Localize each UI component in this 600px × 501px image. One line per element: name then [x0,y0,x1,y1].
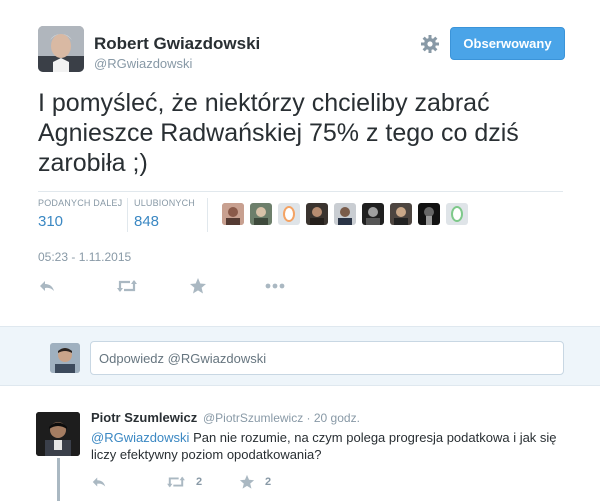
author-fullname[interactable]: Robert Gwiazdowski [94,34,260,54]
favorites-label: ULUBIONYCH [134,198,196,208]
divider [38,191,563,192]
avatar[interactable] [222,203,244,225]
favorites-stat[interactable]: ULUBIONYCH 848 [134,198,195,230]
avatar[interactable] [446,203,468,225]
reply-box: Odpowiedz @RGwiazdowski [0,326,600,386]
retweets-stat[interactable]: PODANYCH DALEJ 310 [38,198,122,230]
tweet-header: Robert Gwiazdowski @RGwiazdowski Obserwo… [38,26,568,76]
favorite-icon[interactable] [189,277,207,297]
avatar[interactable] [306,203,328,225]
mention-link[interactable]: @RGwiazdowski [91,430,189,445]
divider [207,198,208,232]
favorite-count: 2 [265,476,272,488]
favorite-icon[interactable] [239,474,255,494]
author-username[interactable]: @RGwiazdowski [94,56,192,71]
avatar[interactable] [334,203,356,225]
conversation-line [57,458,60,501]
author-avatar[interactable] [38,26,84,72]
reply-actions: 2 2 [91,474,311,492]
reply-author-handle[interactable]: @PiotrSzumlewicz · 20 godz. [203,411,360,425]
avatar [50,343,80,373]
retweets-label: PODANYCH DALEJ [38,198,123,208]
retweet-icon[interactable] [116,277,138,297]
reply-tweet: Piotr Szumlewicz @PiotrSzumlewicz · 20 g… [0,398,600,501]
following-button[interactable]: Obserwowany [450,27,565,60]
avatar[interactable] [418,203,440,225]
divider [127,198,128,232]
reply-icon[interactable] [38,277,56,297]
tweet-text: I pomyśleć, że niektórzy chcieliby zabra… [38,89,519,177]
avatar[interactable] [390,203,412,225]
more-icon[interactable] [264,277,286,297]
retweets-count[interactable]: 310 [38,213,122,230]
gear-icon[interactable] [420,34,440,54]
reply-input[interactable]: Odpowiedz @RGwiazdowski [90,341,564,375]
avatar[interactable] [362,203,384,225]
avatar[interactable] [250,203,272,225]
favorites-count[interactable]: 848 [134,213,195,230]
tweet-actions [38,277,338,297]
avatar[interactable] [36,412,80,456]
reply-tweet-text: @RGwiazdowski Pan nie rozumie, na czym p… [91,429,561,463]
reply-icon[interactable] [91,474,107,494]
avatar[interactable] [278,203,300,225]
retweet-icon[interactable] [166,474,186,494]
reply-author-fullname[interactable]: Piotr Szumlewicz [91,410,197,425]
tweet-timestamp[interactable]: 05:23 - 1.11.2015 [38,250,131,264]
retweet-count: 2 [196,476,203,488]
